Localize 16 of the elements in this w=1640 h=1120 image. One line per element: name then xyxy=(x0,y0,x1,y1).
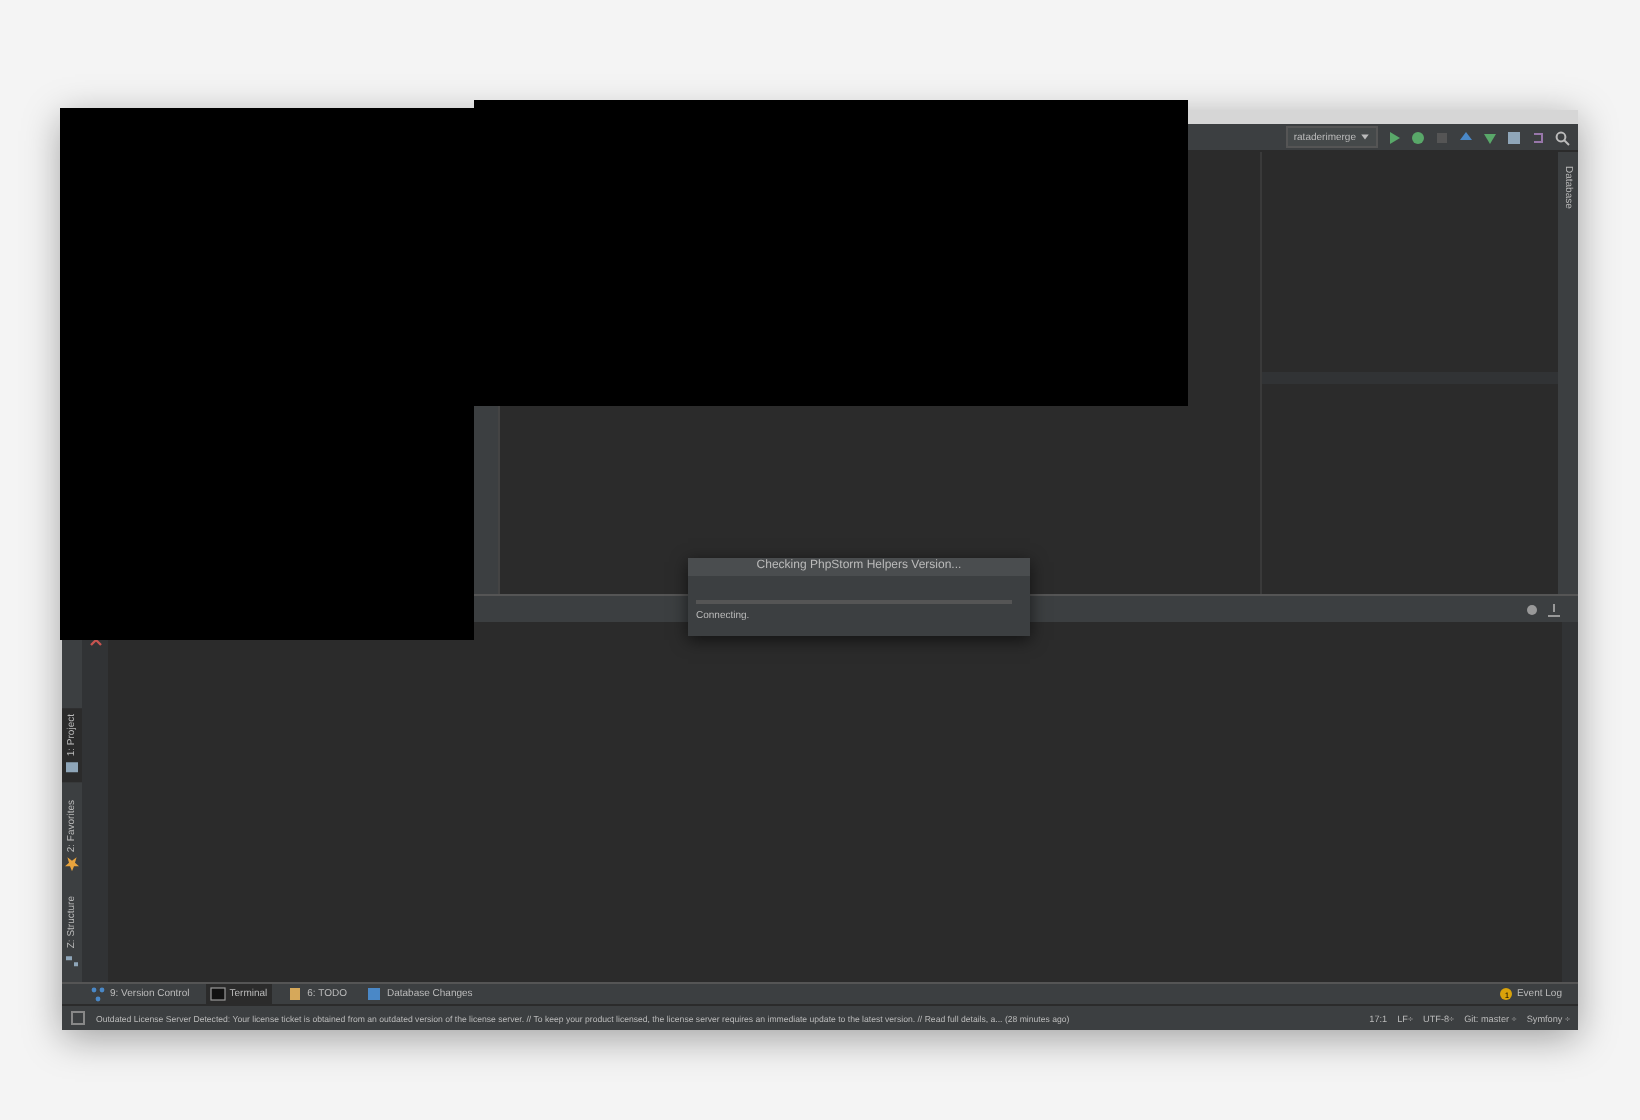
terminal-icon xyxy=(209,986,226,1002)
branch-icon xyxy=(90,986,106,1002)
debug-icon[interactable] xyxy=(1410,129,1426,145)
star-icon xyxy=(64,855,80,872)
vcs-update-icon[interactable] xyxy=(1458,129,1474,145)
panel-toggle-icon[interactable] xyxy=(70,1010,86,1026)
todo-icon xyxy=(287,986,304,1002)
search-icon[interactable] xyxy=(1554,129,1570,145)
hide-icon[interactable] xyxy=(1546,601,1562,617)
vcs-commit-icon[interactable] xyxy=(1482,129,1498,145)
run-icon[interactable] xyxy=(1386,129,1402,145)
settings-icon[interactable] xyxy=(1524,601,1540,617)
structure-icon xyxy=(64,952,80,968)
folder-icon xyxy=(64,759,80,776)
caret-icon xyxy=(1360,132,1370,142)
database-icon xyxy=(366,986,383,1002)
